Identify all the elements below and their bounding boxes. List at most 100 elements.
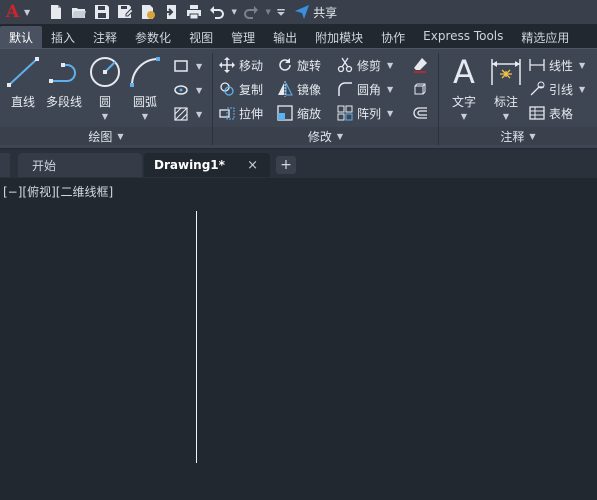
linear-dimension-button[interactable]: 线性 ▼ xyxy=(529,55,585,75)
tab-insert[interactable]: 插入 xyxy=(42,26,84,48)
undo-icon[interactable] xyxy=(207,2,227,22)
ellipse-icon[interactable] xyxy=(172,81,190,99)
chevron-down-icon[interactable]: ▼ xyxy=(503,112,509,121)
text-button[interactable]: A 文字 ▼ xyxy=(445,55,483,121)
tab-featured-apps[interactable]: 精选应用 xyxy=(512,26,578,48)
modify-panel-title[interactable]: 修改 ▼ xyxy=(213,127,438,145)
file-tab-start[interactable]: 开始 xyxy=(18,153,142,177)
file-tabs-edge xyxy=(0,153,10,177)
draw-panel: 直线 多段线 圆 ▼ 圆弧 ▼ ▼ ▼ ▼ 绘图 ▼ xyxy=(0,49,212,147)
stretch-button[interactable]: 拉伸 xyxy=(219,103,263,123)
ribbon-panel: 直线 多段线 圆 ▼ 圆弧 ▼ ▼ ▼ ▼ 绘图 ▼ 移动 旋转 修剪 ▼ 复制… xyxy=(0,48,597,148)
tab-output[interactable]: 输出 xyxy=(264,26,306,48)
publish-icon[interactable] xyxy=(138,2,158,22)
chevron-down-icon[interactable]: ▼ xyxy=(196,62,202,71)
chevron-down-icon[interactable]: ▼ xyxy=(387,85,393,94)
customize-icon[interactable] xyxy=(275,2,287,22)
ribbon-tabs: 默认 插入 注释 参数化 视图 管理 输出 附加模块 协作 Express To… xyxy=(0,26,597,48)
application-menu-button[interactable]: A xyxy=(6,2,20,22)
arc-button[interactable]: 圆弧 ▼ xyxy=(128,55,162,121)
chevron-down-icon[interactable]: ▼ xyxy=(461,112,467,121)
rotate-icon xyxy=(279,58,291,71)
linear-dimension-icon xyxy=(529,59,545,71)
line-button[interactable]: 直线 xyxy=(6,55,40,110)
quick-access-toolbar: A ▼ ▼ ▼ 共享 xyxy=(0,0,597,24)
drawn-vertical-line[interactable] xyxy=(196,211,197,463)
tab-express-tools[interactable]: Express Tools xyxy=(414,26,512,48)
text-icon: A xyxy=(453,53,475,91)
hatch-icon[interactable] xyxy=(172,105,190,123)
tab-view[interactable]: 视图 xyxy=(180,26,222,48)
polyline-label: 多段线 xyxy=(45,95,82,109)
dimension-icon xyxy=(491,59,521,85)
tab-manage[interactable]: 管理 xyxy=(222,26,264,48)
leader-button[interactable]: 引线 ▼ xyxy=(529,79,585,99)
fillet-button[interactable]: 圆角 ▼ xyxy=(337,79,393,99)
close-icon[interactable]: × xyxy=(247,158,258,173)
chevron-down-icon: ▼ xyxy=(529,131,536,141)
modify-panel: 移动 旋转 修剪 ▼ 复制 镜像 圆角 ▼ 拉伸 缩放 阵列 ▼ 修改 ▼ xyxy=(213,49,438,147)
copy-icon xyxy=(220,82,234,96)
line-icon xyxy=(7,57,39,87)
chevron-down-icon[interactable]: ▼ xyxy=(387,109,393,118)
send-icon xyxy=(295,5,310,19)
chevron-down-icon[interactable]: ▼ xyxy=(196,86,202,95)
mirror-icon xyxy=(278,81,293,97)
arc-label: 圆弧 xyxy=(132,95,157,109)
tab-parametric[interactable]: 参数化 xyxy=(126,26,180,48)
print-icon[interactable] xyxy=(184,2,204,22)
erase-icon[interactable] xyxy=(411,56,429,74)
annotation-panel-title[interactable]: 注释 ▼ xyxy=(439,127,597,145)
file-tab-drawing1[interactable]: Drawing1* × xyxy=(144,153,270,177)
stretch-icon xyxy=(219,107,235,120)
drawing-canvas[interactable]: [−][俯视][二维线框] xyxy=(0,178,597,500)
chevron-down-icon[interactable]: ▼ xyxy=(264,2,272,22)
circle-icon xyxy=(90,57,120,87)
move-button[interactable]: 移动 xyxy=(219,55,263,75)
share-label: 共享 xyxy=(313,5,338,20)
chevron-down-icon[interactable]: ▼ xyxy=(196,110,202,119)
trim-button[interactable]: 修剪 ▼ xyxy=(337,55,393,75)
export-icon[interactable] xyxy=(161,2,181,22)
circle-button[interactable]: 圆 ▼ xyxy=(88,55,122,121)
chevron-down-icon[interactable]: ▼ xyxy=(579,85,585,94)
array-button[interactable]: 阵列 ▼ xyxy=(337,103,393,123)
redo-icon[interactable] xyxy=(241,2,261,22)
rotate-button[interactable]: 旋转 xyxy=(277,55,321,75)
new-icon[interactable] xyxy=(46,2,66,22)
save-as-icon[interactable] xyxy=(115,2,135,22)
copy-button[interactable]: 复制 xyxy=(219,79,263,99)
chevron-down-icon[interactable]: ▼ xyxy=(24,8,30,17)
array-icon xyxy=(337,105,353,121)
chevron-down-icon[interactable]: ▼ xyxy=(230,2,238,22)
tab-collaborate[interactable]: 协作 xyxy=(372,26,414,48)
tab-home[interactable]: 默认 xyxy=(0,26,43,48)
arc-icon xyxy=(130,57,160,87)
viewport-controls-label[interactable]: [−][俯视][二维线框] xyxy=(3,183,113,200)
open-icon[interactable] xyxy=(69,2,89,22)
chevron-down-icon[interactable]: ▼ xyxy=(579,61,585,70)
dimension-button[interactable]: 标注 ▼ xyxy=(487,55,525,121)
tab-annotate[interactable]: 注释 xyxy=(84,26,126,48)
share-button[interactable]: 共享 xyxy=(294,4,337,21)
tab-addins[interactable]: 附加模块 xyxy=(306,26,372,48)
save-icon[interactable] xyxy=(92,2,112,22)
offset-icon[interactable] xyxy=(411,104,429,122)
rectangle-icon[interactable] xyxy=(172,57,190,75)
scissors-icon xyxy=(337,57,353,73)
chevron-down-icon: ▼ xyxy=(336,131,344,141)
table-button[interactable]: 表格 xyxy=(529,103,573,123)
chevron-down-icon[interactable]: ▼ xyxy=(102,112,108,121)
mirror-button[interactable]: 镜像 xyxy=(277,79,321,99)
new-tab-button[interactable]: + xyxy=(276,156,296,174)
polyline-icon xyxy=(49,63,76,83)
scale-button[interactable]: 缩放 xyxy=(277,103,321,123)
explode-icon[interactable] xyxy=(411,80,429,98)
chevron-down-icon[interactable]: ▼ xyxy=(142,112,148,121)
chevron-down-icon[interactable]: ▼ xyxy=(387,61,393,70)
scale-icon xyxy=(277,105,293,121)
polyline-button[interactable]: 多段线 xyxy=(44,55,84,110)
circle-label: 圆 xyxy=(98,95,111,109)
file-tabs-bar: 开始 Drawing1* × + xyxy=(0,148,597,178)
draw-panel-title[interactable]: 绘图 ▼ xyxy=(0,127,212,145)
